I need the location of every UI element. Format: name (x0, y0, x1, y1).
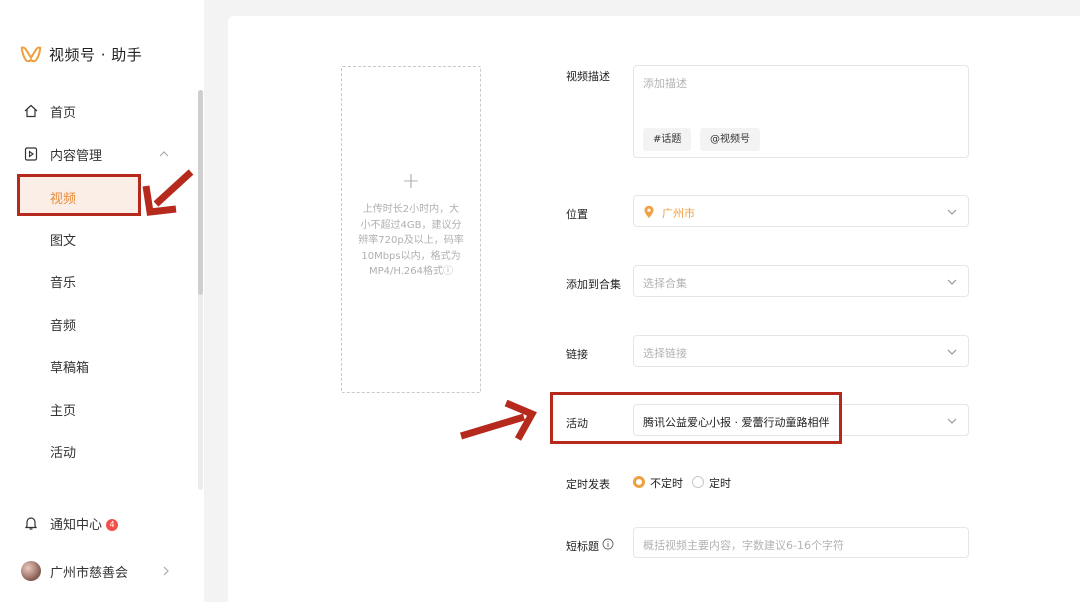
radio-not-scheduled-label: 不定时 (650, 477, 683, 490)
avatar (21, 561, 41, 581)
sub-item-video-label: 视频 (50, 192, 77, 207)
description-field[interactable]: 添加描述 #话题 @视频号 (633, 65, 969, 158)
collection-placeholder: 选择合集 (643, 277, 687, 290)
logo: 视频号 · 助手 (20, 43, 142, 65)
sub-item-label: 草稿箱 (50, 360, 90, 376)
nav-content-label: 内容管理 (50, 148, 103, 164)
nav-notifications[interactable]: 通知中心 4 (0, 505, 204, 541)
location-select[interactable]: 广州市 (633, 195, 969, 227)
sub-item-profile[interactable]: 主页 (0, 391, 204, 427)
home-icon (24, 104, 38, 118)
sub-item-label: 音乐 (50, 275, 77, 291)
short-title-input[interactable]: 概括视频主要内容，字数建议6-16个字符 (633, 527, 969, 558)
channel-mention-chip[interactable]: @视频号 (700, 128, 760, 151)
collection-label: 添加到合集 (566, 278, 621, 291)
radio-scheduled-label: 定时 (709, 477, 731, 490)
sub-item-activity[interactable]: 活动 (0, 433, 204, 469)
location-pin-icon (644, 205, 654, 218)
sub-item-drafts[interactable]: 草稿箱 (0, 348, 204, 384)
annotation-arrow-right (459, 399, 537, 441)
upload-hint: 上传时长2小时内，大小不超过4GB，建议分辨率720p及以上，码率10Mbps以… (358, 204, 464, 277)
short-title-placeholder: 概括视频主要内容，字数建议6-16个字符 (643, 539, 844, 552)
sidebar-scrollbar[interactable] (198, 90, 203, 295)
collection-select[interactable]: 选择合集 (633, 265, 969, 297)
annotation-arrow-left (142, 169, 194, 216)
sub-item-label: 活动 (50, 445, 77, 461)
notification-text: 通知中心 (50, 517, 103, 533)
description-placeholder: 添加描述 (643, 77, 687, 90)
chevron-down-icon (947, 279, 957, 285)
topic-chip[interactable]: #话题 (643, 128, 692, 151)
video-upload-area[interactable]: + 上传时长2小时内，大小不超过4GB，建议分辨率720p及以上，码率10Mbp… (341, 66, 481, 393)
nav-home[interactable]: 首页 (0, 93, 204, 129)
link-label: 链接 (566, 348, 588, 361)
plus-icon: + (401, 169, 421, 194)
channels-logo-icon (20, 46, 42, 63)
location-value: 广州市 (662, 207, 695, 220)
app-title: 视频号 · 助手 (49, 45, 143, 64)
sub-item-label: 主页 (50, 403, 77, 419)
description-label: 视频描述 (566, 70, 610, 83)
chevron-down-icon (947, 349, 957, 355)
chevron-down-icon (947, 209, 957, 215)
sub-item-image-text[interactable]: 图文 (0, 221, 204, 257)
link-select[interactable]: 选择链接 (633, 335, 969, 367)
sub-item-label: 图文 (50, 233, 77, 249)
account-switcher[interactable]: 广州市慈善会 (0, 553, 204, 589)
sub-item-video-active[interactable] (17, 174, 141, 216)
link-placeholder: 选择链接 (643, 347, 687, 360)
sub-item-music[interactable]: 音乐 (0, 263, 204, 299)
account-name: 广州市慈善会 (50, 565, 129, 581)
sidebar: 视频号 · 助手 首页 内容管理 视频 图文 音乐 音频 草稿箱 主页 活动 通… (0, 0, 204, 602)
content-icon (24, 147, 38, 161)
chevron-right-icon (163, 566, 169, 576)
location-label: 位置 (566, 208, 588, 221)
short-title-label: 短标题 (566, 540, 599, 553)
schedule-label: 定时发表 (566, 478, 610, 491)
chevron-up-icon[interactable] (158, 148, 170, 160)
nav-home-label: 首页 (50, 105, 77, 121)
sub-item-label: 音频 (50, 318, 77, 334)
chevron-down-icon (947, 418, 957, 424)
info-icon[interactable] (602, 538, 614, 550)
sub-item-audio[interactable]: 音频 (0, 306, 204, 342)
radio-scheduled[interactable] (692, 476, 704, 488)
radio-not-scheduled[interactable] (633, 476, 645, 488)
nav-notifications-label: 通知中心 4 (50, 514, 119, 533)
annotation-highlight-box (550, 392, 842, 444)
bell-icon (24, 517, 38, 530)
notification-badge: 4 (106, 519, 119, 531)
